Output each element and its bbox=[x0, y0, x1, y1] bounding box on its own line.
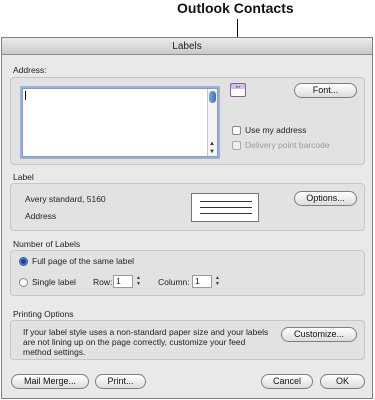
window-title: Labels bbox=[2, 38, 372, 55]
column-field[interactable]: 1 bbox=[192, 275, 212, 288]
address-group: ▲ ▼ Font... Use my address Delivery poin… bbox=[10, 77, 365, 165]
full-page-label: Full page of the same label bbox=[32, 256, 135, 266]
print-button[interactable]: Print... bbox=[95, 374, 146, 389]
printing-options-description: If your label style uses a non-standard … bbox=[23, 327, 269, 357]
scroll-down-arrow-icon[interactable]: ▼ bbox=[209, 149, 215, 155]
column-label: Column: bbox=[158, 277, 190, 287]
text-caret bbox=[25, 91, 26, 100]
delivery-barcode-checkbox[interactable] bbox=[232, 141, 241, 150]
labels-dialog: Labels Address: ▲ ▼ Font... Use my addre… bbox=[1, 37, 373, 399]
options-button[interactable]: Options... bbox=[294, 191, 357, 206]
use-my-address-label: Use my address bbox=[245, 125, 307, 135]
full-page-radio[interactable] bbox=[19, 257, 28, 266]
scroll-thumb[interactable] bbox=[209, 91, 216, 103]
address-scrollbar[interactable]: ▲ ▼ bbox=[207, 89, 217, 156]
printing-options-group-label: Printing Options bbox=[13, 309, 74, 319]
address-book-icon[interactable]: ▪▪▪ bbox=[230, 83, 246, 97]
use-my-address-checkbox[interactable] bbox=[232, 126, 241, 135]
row-label: Row: bbox=[93, 277, 113, 287]
address-textarea[interactable]: ▲ ▼ bbox=[22, 88, 218, 157]
row-stepper-icon[interactable]: ▲ ▼ bbox=[135, 275, 142, 288]
column-stepper-icon[interactable]: ▲ ▼ bbox=[214, 275, 221, 288]
scroll-up-arrow-icon[interactable]: ▲ bbox=[209, 141, 215, 147]
label-type: Address bbox=[25, 211, 57, 221]
cancel-button[interactable]: Cancel bbox=[261, 374, 313, 389]
customize-button[interactable]: Customize... bbox=[281, 327, 357, 342]
number-of-labels-group: Full page of the same label Single label… bbox=[10, 250, 365, 296]
label-group-label: Label bbox=[13, 172, 34, 182]
mail-merge-button[interactable]: Mail Merge... bbox=[11, 374, 89, 389]
font-button[interactable]: Font... bbox=[294, 83, 357, 98]
single-label-radio[interactable] bbox=[19, 278, 28, 287]
number-of-labels-group-label: Number of Labels bbox=[13, 239, 81, 249]
printing-options-group: If your label style uses a non-standard … bbox=[10, 320, 365, 360]
ok-button[interactable]: OK bbox=[320, 374, 365, 389]
single-label-label: Single label bbox=[32, 277, 76, 287]
row-field[interactable]: 1 bbox=[113, 275, 133, 288]
outlook-contacts-callout: Outlook Contacts bbox=[177, 0, 294, 16]
delivery-barcode-label: Delivery point barcode bbox=[245, 140, 330, 150]
label-preview bbox=[191, 193, 259, 222]
label-name: Avery standard, 5160 bbox=[25, 194, 106, 204]
address-group-label: Address: bbox=[13, 65, 47, 75]
label-group: Avery standard, 5160 Address Options... bbox=[10, 183, 365, 231]
